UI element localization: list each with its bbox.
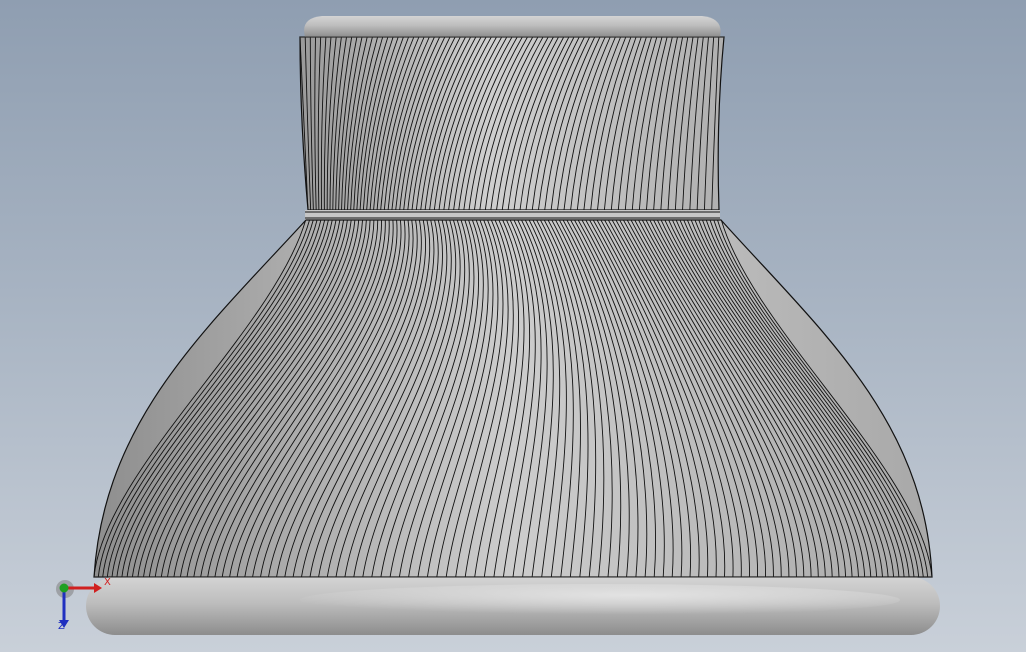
orientation-triad[interactable]: X Z bbox=[48, 572, 118, 636]
top-rim bbox=[300, 16, 724, 38]
vase-model[interactable] bbox=[0, 0, 1026, 652]
z-axis-label: Z bbox=[58, 621, 65, 632]
y-axis-dot bbox=[59, 583, 69, 593]
base-ring bbox=[86, 576, 940, 635]
waist-band bbox=[305, 210, 720, 220]
upper-collar bbox=[299, 36, 725, 211]
x-axis-label: X bbox=[104, 577, 111, 588]
graphics-viewport[interactable]: X Z bbox=[0, 0, 1026, 652]
x-axis-head bbox=[94, 583, 102, 593]
flared-body bbox=[93, 219, 933, 578]
